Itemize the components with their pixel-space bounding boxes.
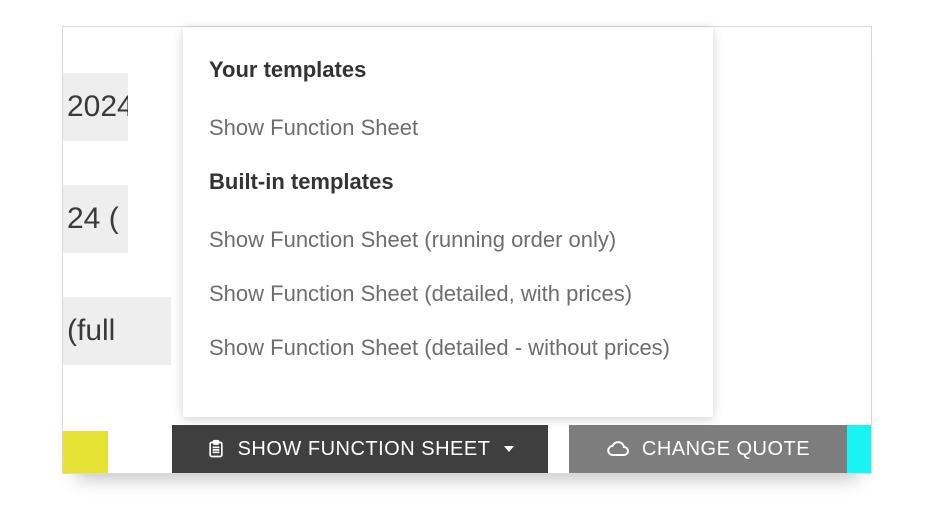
chevron-down-icon — [504, 446, 514, 452]
background-row: 2024 — [63, 73, 128, 141]
cloud-icon — [606, 439, 630, 459]
show-function-sheet-label: SHOW FUNCTION SHEET — [238, 438, 491, 461]
change-quote-button[interactable]: CHANGE QUOTE — [569, 425, 847, 473]
clipboard-icon — [206, 438, 226, 460]
app-stage: 2024 24 ( (full Your templates Show Func… — [0, 0, 930, 524]
background-row-text: 24 ( — [67, 202, 119, 236]
menu-section-title-your-templates: Your templates — [209, 57, 687, 83]
show-function-sheet-button[interactable]: SHOW FUNCTION SHEET — [172, 425, 548, 473]
background-row-text: 2024 — [67, 90, 128, 124]
panel: 2024 24 ( (full Your templates Show Func… — [62, 26, 872, 474]
menu-item-detailed-without-prices[interactable]: Show Function Sheet (detailed - without … — [209, 321, 687, 375]
background-row-text: (full — [67, 314, 115, 348]
menu-item-show-function-sheet[interactable]: Show Function Sheet — [209, 101, 687, 155]
template-dropdown-menu: Your templates Show Function Sheet Built… — [183, 27, 713, 417]
menu-item-running-order-only[interactable]: Show Function Sheet (running order only) — [209, 213, 687, 267]
menu-item-detailed-with-prices[interactable]: Show Function Sheet (detailed, with pric… — [209, 267, 687, 321]
background-row: 24 ( — [63, 185, 128, 253]
footer-chip-cyan — [847, 425, 871, 473]
change-quote-label: CHANGE QUOTE — [642, 438, 810, 461]
footer-chip-yellow — [63, 431, 108, 473]
menu-section-title-builtin-templates: Built-in templates — [209, 169, 687, 195]
background-row: (full — [63, 297, 171, 365]
